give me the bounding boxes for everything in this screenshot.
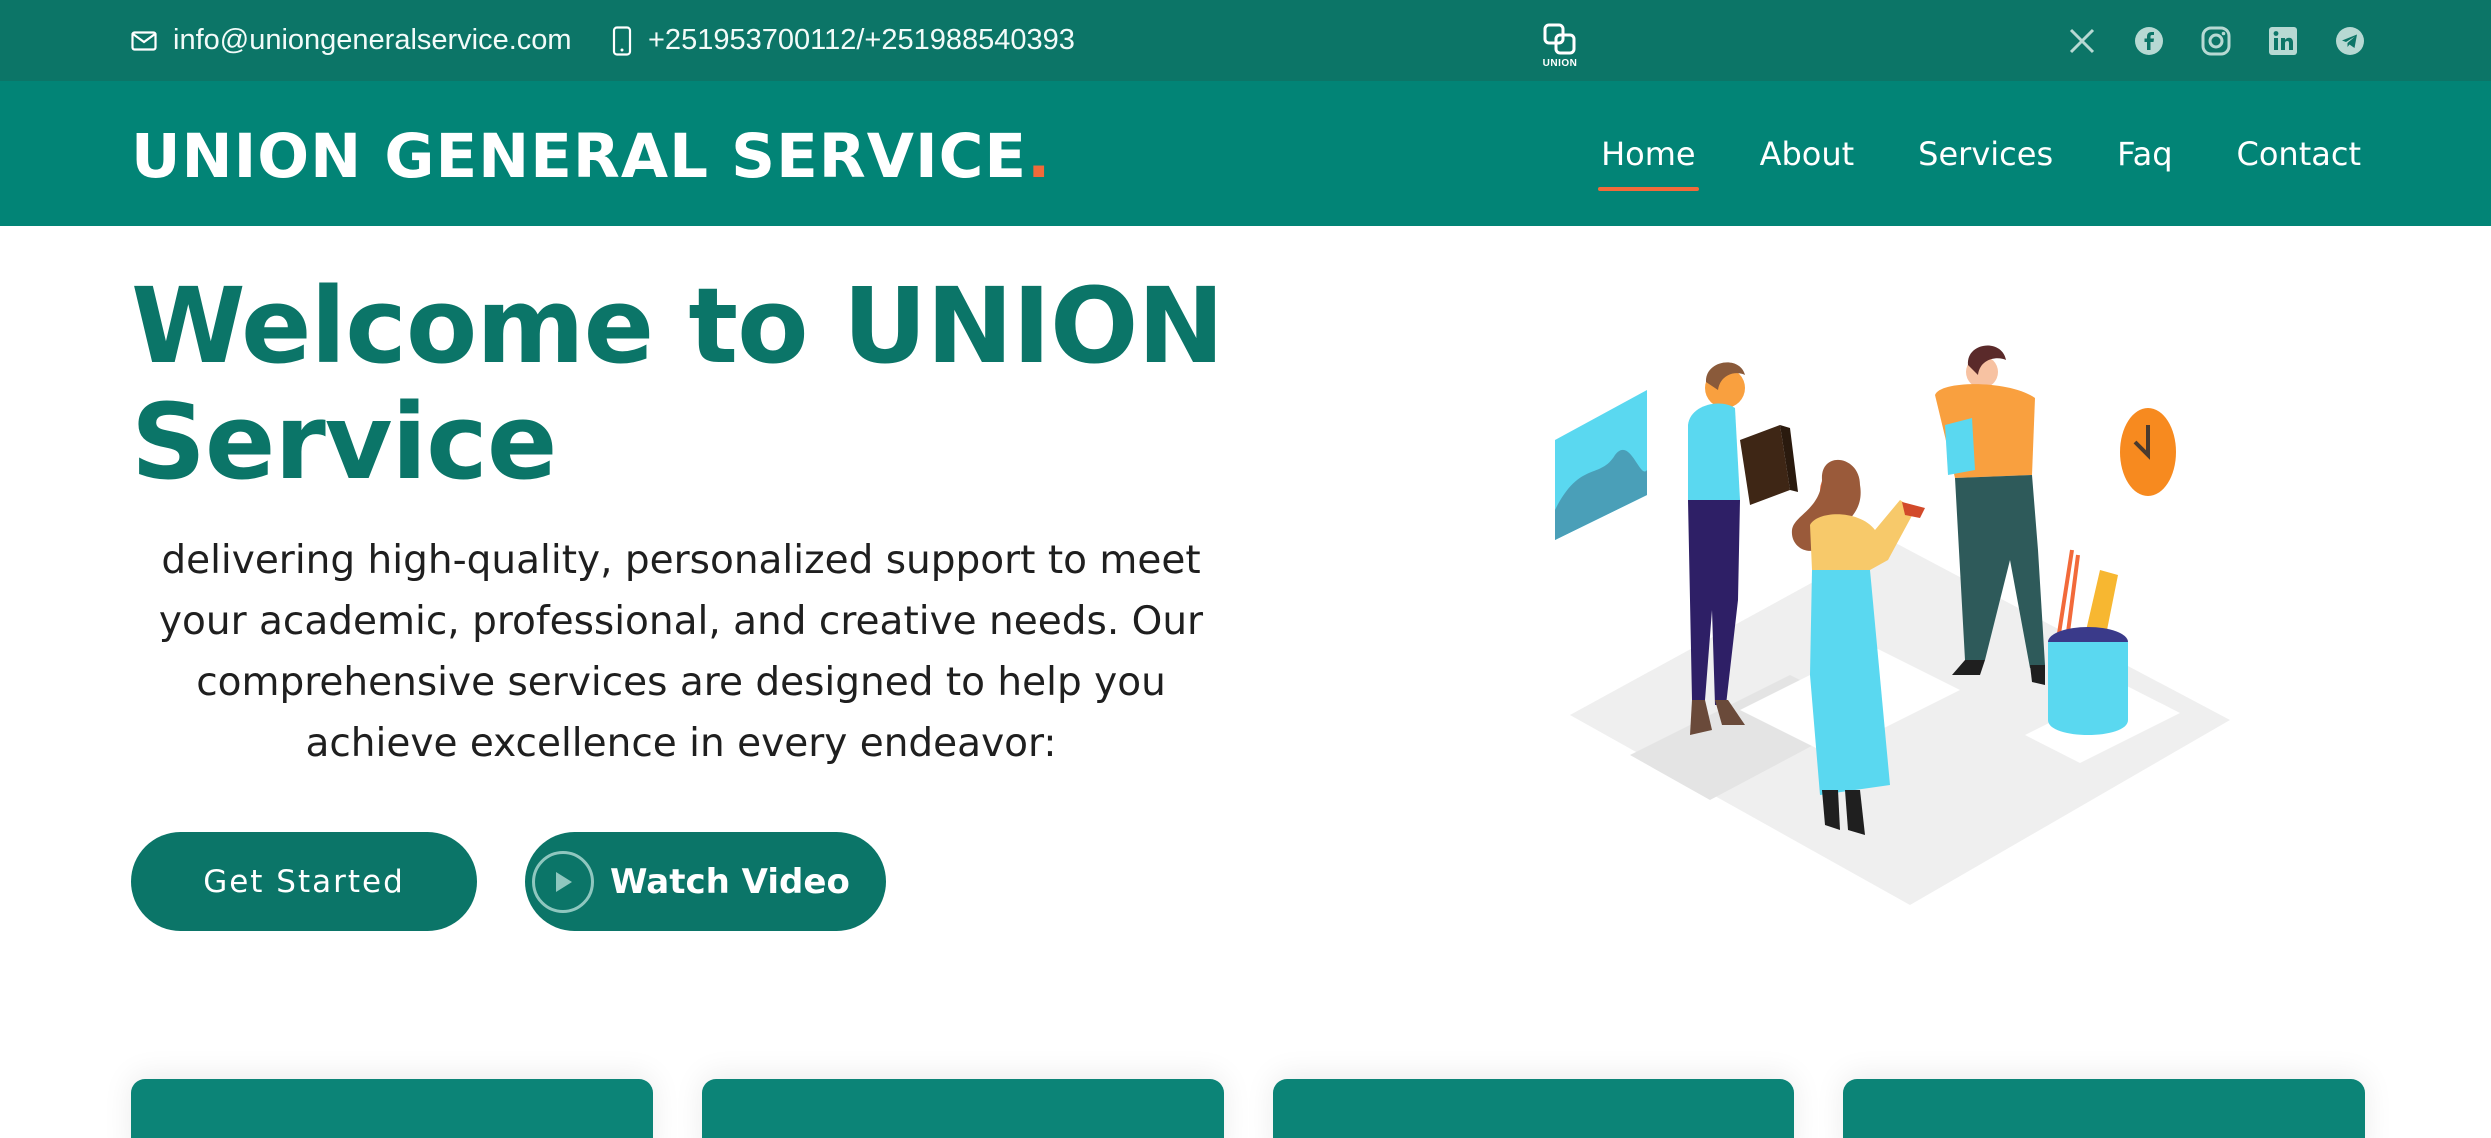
get-started-button[interactable]: Get Started xyxy=(131,832,477,931)
phone-icon xyxy=(612,25,632,56)
telegram-icon[interactable] xyxy=(2335,26,2365,56)
main-header: UNION GENERAL SERVICE. Home About Servic… xyxy=(0,81,2491,226)
brand-name[interactable]: UNION GENERAL SERVICE xyxy=(131,121,1027,192)
hero-description: delivering high-quality, personalized su… xyxy=(158,538,1204,766)
nav-about[interactable]: About xyxy=(1760,127,1855,181)
hero-title: Welcome to UNION Service xyxy=(131,265,1224,503)
main-nav: Home About Services Faq Contact xyxy=(1598,81,2362,226)
feature-card[interactable] xyxy=(701,1079,1224,1138)
email-text[interactable]: info@uniongeneralservice.com xyxy=(173,24,572,57)
envelope-icon xyxy=(131,30,157,51)
feature-card[interactable] xyxy=(1843,1079,2365,1138)
logo-caption: UNION xyxy=(1542,58,1578,69)
instagram-icon[interactable] xyxy=(2201,26,2231,56)
nav-services[interactable]: Services xyxy=(1918,127,2053,181)
team-illustration xyxy=(1555,345,2230,905)
phone-text[interactable]: +251953700112/+251988540393 xyxy=(648,24,1075,57)
nav-home[interactable]: Home xyxy=(1598,127,1699,191)
social-links xyxy=(2067,0,2365,81)
brand-dot: . xyxy=(1027,121,1052,192)
feature-card[interactable] xyxy=(1272,1079,1795,1138)
watch-video-button[interactable]: Watch Video xyxy=(525,832,886,931)
nav-contact[interactable]: Contact xyxy=(2237,127,2362,181)
top-bar: info@uniongeneralservice.com +2519537001… xyxy=(0,0,2491,81)
watch-video-label: Watch Video xyxy=(610,861,850,902)
linkedin-icon[interactable] xyxy=(2268,26,2298,56)
union-logo[interactable]: UNION xyxy=(1530,22,1590,78)
nav-faq[interactable]: Faq xyxy=(2117,127,2172,181)
feature-cards xyxy=(131,1079,2365,1138)
feature-card[interactable] xyxy=(131,1079,653,1138)
facebook-icon[interactable] xyxy=(2134,26,2164,56)
email-contact[interactable]: info@uniongeneralservice.com xyxy=(131,0,572,81)
x-icon[interactable] xyxy=(2067,26,2097,56)
phone-contact[interactable]: +251953700112/+251988540393 xyxy=(612,0,1075,81)
brand-logo-text[interactable]: UNION GENERAL SERVICE. xyxy=(131,121,1051,192)
play-icon xyxy=(532,850,594,913)
